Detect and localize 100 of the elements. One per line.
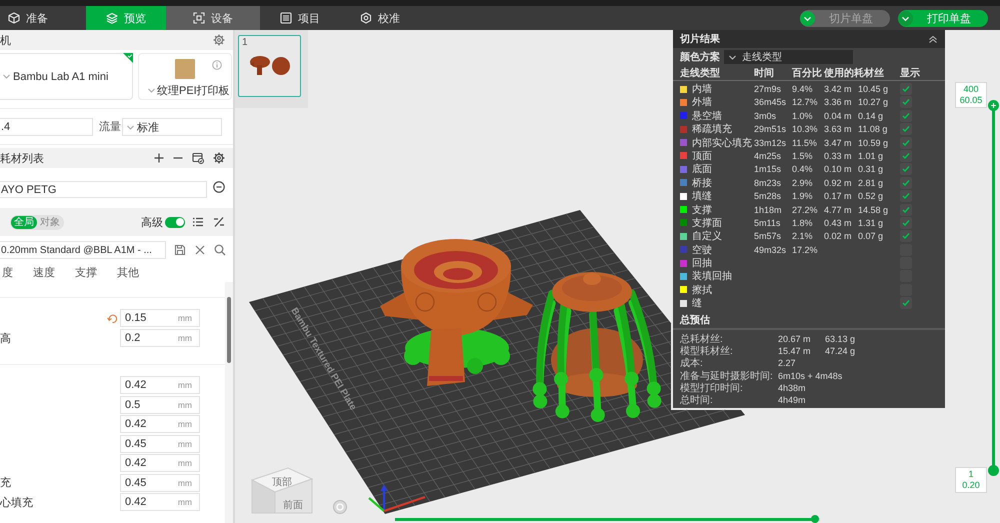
visibility-checkbox[interactable] — [900, 136, 912, 149]
tab[interactable]: 设备 — [166, 6, 260, 30]
percent-value: 27.2% — [792, 204, 818, 215]
visibility-checkbox[interactable] — [900, 123, 912, 136]
percent-value: 1.9% — [792, 191, 813, 202]
column-header: 走线类型 — [680, 66, 720, 80]
filament-weight: 11.08 g — [858, 124, 888, 134]
time-value: 36m45s — [754, 97, 786, 108]
setting-field[interactable]: 0.42 mm — [120, 454, 200, 472]
close-icon[interactable] — [194, 244, 206, 256]
setting-label: 高 — [0, 332, 11, 346]
chevron-down-icon — [800, 10, 815, 26]
unit-label: mm — [178, 458, 192, 468]
visibility-checkbox[interactable] — [900, 230, 912, 242]
time-value: 3m0s — [754, 110, 776, 121]
time-value: 4m25s — [754, 150, 782, 161]
settings-tab[interactable]: 度 — [2, 264, 13, 280]
time-value: 27m9s — [754, 84, 782, 94]
percent-value: 2.9% — [792, 178, 813, 188]
remove-icon[interactable] — [213, 181, 225, 193]
summary-value: 4h49m — [778, 395, 806, 406]
column-header: 时间 — [754, 66, 774, 80]
layer-slider[interactable] — [988, 100, 999, 476]
list-icon[interactable] — [192, 216, 204, 228]
setting-field[interactable]: 0.45 mm — [120, 474, 200, 492]
visibility-checkbox[interactable] — [900, 297, 912, 310]
line-type-name: 内部实心填充 — [692, 136, 752, 150]
nozzle-field[interactable]: .4 — [0, 118, 93, 136]
column-header: 使用的耗材丝 — [824, 66, 884, 80]
setting-field[interactable]: 0.2 mm — [120, 329, 200, 347]
settings-tab[interactable]: 支撑 — [75, 264, 97, 280]
line-type-name: 内墙 — [692, 82, 712, 96]
setting-field[interactable]: 0.42 mm — [120, 493, 200, 511]
setting-field[interactable]: 0.15 mm — [120, 309, 200, 327]
setting-field[interactable]: 0.45 mm — [120, 434, 200, 452]
advanced-toggle[interactable] — [165, 216, 185, 228]
filament-field[interactable]: AYO PETG — [0, 181, 207, 198]
filament-sync-icon[interactable] — [192, 152, 204, 164]
flow-label: 流量 — [99, 120, 121, 135]
time-value: 29m51s — [754, 124, 786, 134]
filament-length: 0.04 m — [824, 110, 852, 121]
cube-icon — [8, 12, 20, 24]
visibility-checkbox[interactable] — [900, 163, 912, 176]
visibility-checkbox[interactable] — [900, 110, 912, 122]
summary-title: 总预估 — [680, 314, 710, 328]
setting-field[interactable]: 0.42 mm — [120, 415, 200, 433]
settings-tab[interactable]: 其他 — [117, 264, 139, 280]
line-type-name: 桥接 — [692, 176, 712, 190]
summary-label: 模型耗材丝: — [680, 344, 733, 358]
visibility-checkbox[interactable] — [900, 204, 912, 216]
visibility-checkbox[interactable] — [900, 96, 912, 108]
time-value: 5m57s — [754, 231, 782, 242]
preset-field[interactable]: 0.20mm Standard @BBL A1M - ... — [0, 241, 166, 259]
filament-length: 0.10 m — [824, 164, 852, 174]
color-scheme-dropdown[interactable]: 走线类型 — [724, 50, 853, 64]
filament-length: 0.33 m — [824, 150, 852, 161]
plus-icon[interactable] — [154, 153, 164, 163]
cube-face-label: 顶部 — [272, 477, 292, 488]
info-icon[interactable] — [212, 60, 222, 70]
save-icon[interactable] — [174, 244, 186, 256]
summary-value: 63.13 g — [825, 334, 856, 344]
time-value: 5m11s — [754, 218, 780, 228]
percent-icon[interactable] — [213, 216, 225, 228]
plate-thumbnail[interactable]: 1 — [238, 35, 301, 97]
scrollbar-thumb[interactable] — [227, 297, 231, 363]
setting-field[interactable]: 0.5 mm — [120, 396, 200, 414]
summary-value: 15.47 m — [778, 346, 811, 356]
upper-handle[interactable] — [988, 100, 999, 110]
percent-value: 11.5% — [792, 138, 817, 148]
filament-weight: 10.45 g — [858, 84, 888, 94]
summary-value: 6m10s + 4m48s — [778, 370, 842, 381]
visibility-checkbox[interactable] — [900, 190, 912, 202]
setting-field[interactable]: 0.42 mm — [120, 376, 200, 394]
line-type-name: 回抽 — [692, 256, 712, 270]
percent-value: 1.0% — [792, 110, 813, 121]
visibility-checkbox[interactable] — [900, 83, 912, 95]
unit-label: mm — [178, 478, 192, 488]
move-slider-handle[interactable] — [811, 515, 820, 523]
printer-dropdown[interactable]: Bambu Lab A1 mini — [0, 53, 133, 100]
settings-icon[interactable] — [213, 152, 225, 164]
visibility-checkbox[interactable] — [900, 150, 912, 162]
unit-label: mm — [178, 438, 192, 448]
settings-tab[interactable]: 速度 — [33, 264, 55, 280]
search-icon[interactable] — [214, 244, 226, 256]
collapse-icon[interactable] — [928, 34, 938, 44]
flow-dropdown[interactable]: 标准 — [122, 118, 222, 136]
tab[interactable]: 校准 — [340, 6, 420, 30]
filament-length: 3.47 m — [824, 138, 852, 148]
color-scheme-label: 颜色方案 — [680, 50, 721, 64]
reset-icon[interactable] — [107, 312, 118, 324]
plate-dropdown[interactable]: 纹理PEI打印板 — [139, 83, 231, 98]
visibility-checkbox[interactable] — [900, 216, 912, 229]
tab[interactable]: 准备 — [0, 6, 86, 30]
tab[interactable]: 项目 — [260, 6, 340, 30]
summary-value: 4h38m — [778, 382, 806, 393]
settings-icon[interactable] — [213, 34, 225, 46]
visibility-checkbox[interactable] — [900, 176, 912, 189]
filament-weight: 1.01 g — [858, 150, 884, 161]
filament-weight: 0.07 g — [858, 231, 884, 242]
lower-handle[interactable] — [988, 464, 999, 476]
